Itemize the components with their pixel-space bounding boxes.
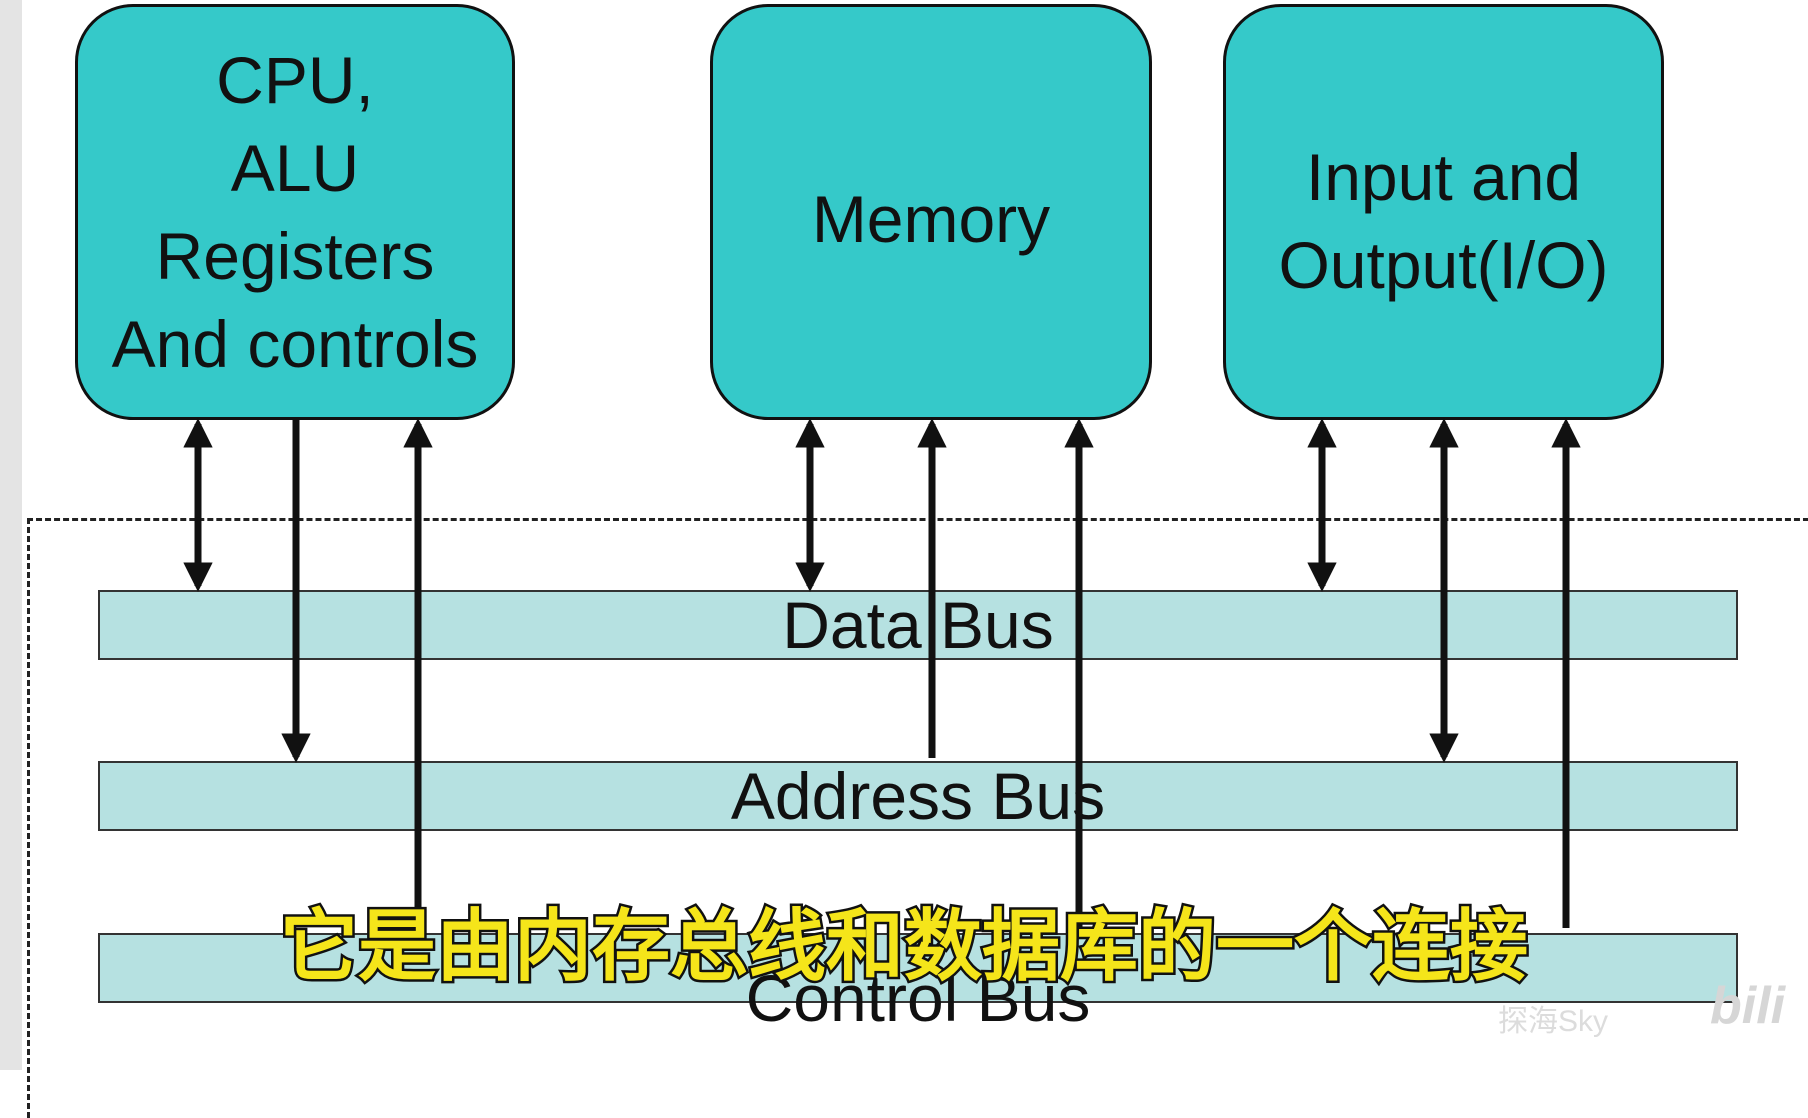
video-subtitle: 它是由内存总线和数据库的一个连接 — [277, 900, 1530, 995]
bilibili-logo: bili — [1710, 977, 1786, 1035]
uploader-watermark: 探海Sky — [1498, 1005, 1609, 1038]
